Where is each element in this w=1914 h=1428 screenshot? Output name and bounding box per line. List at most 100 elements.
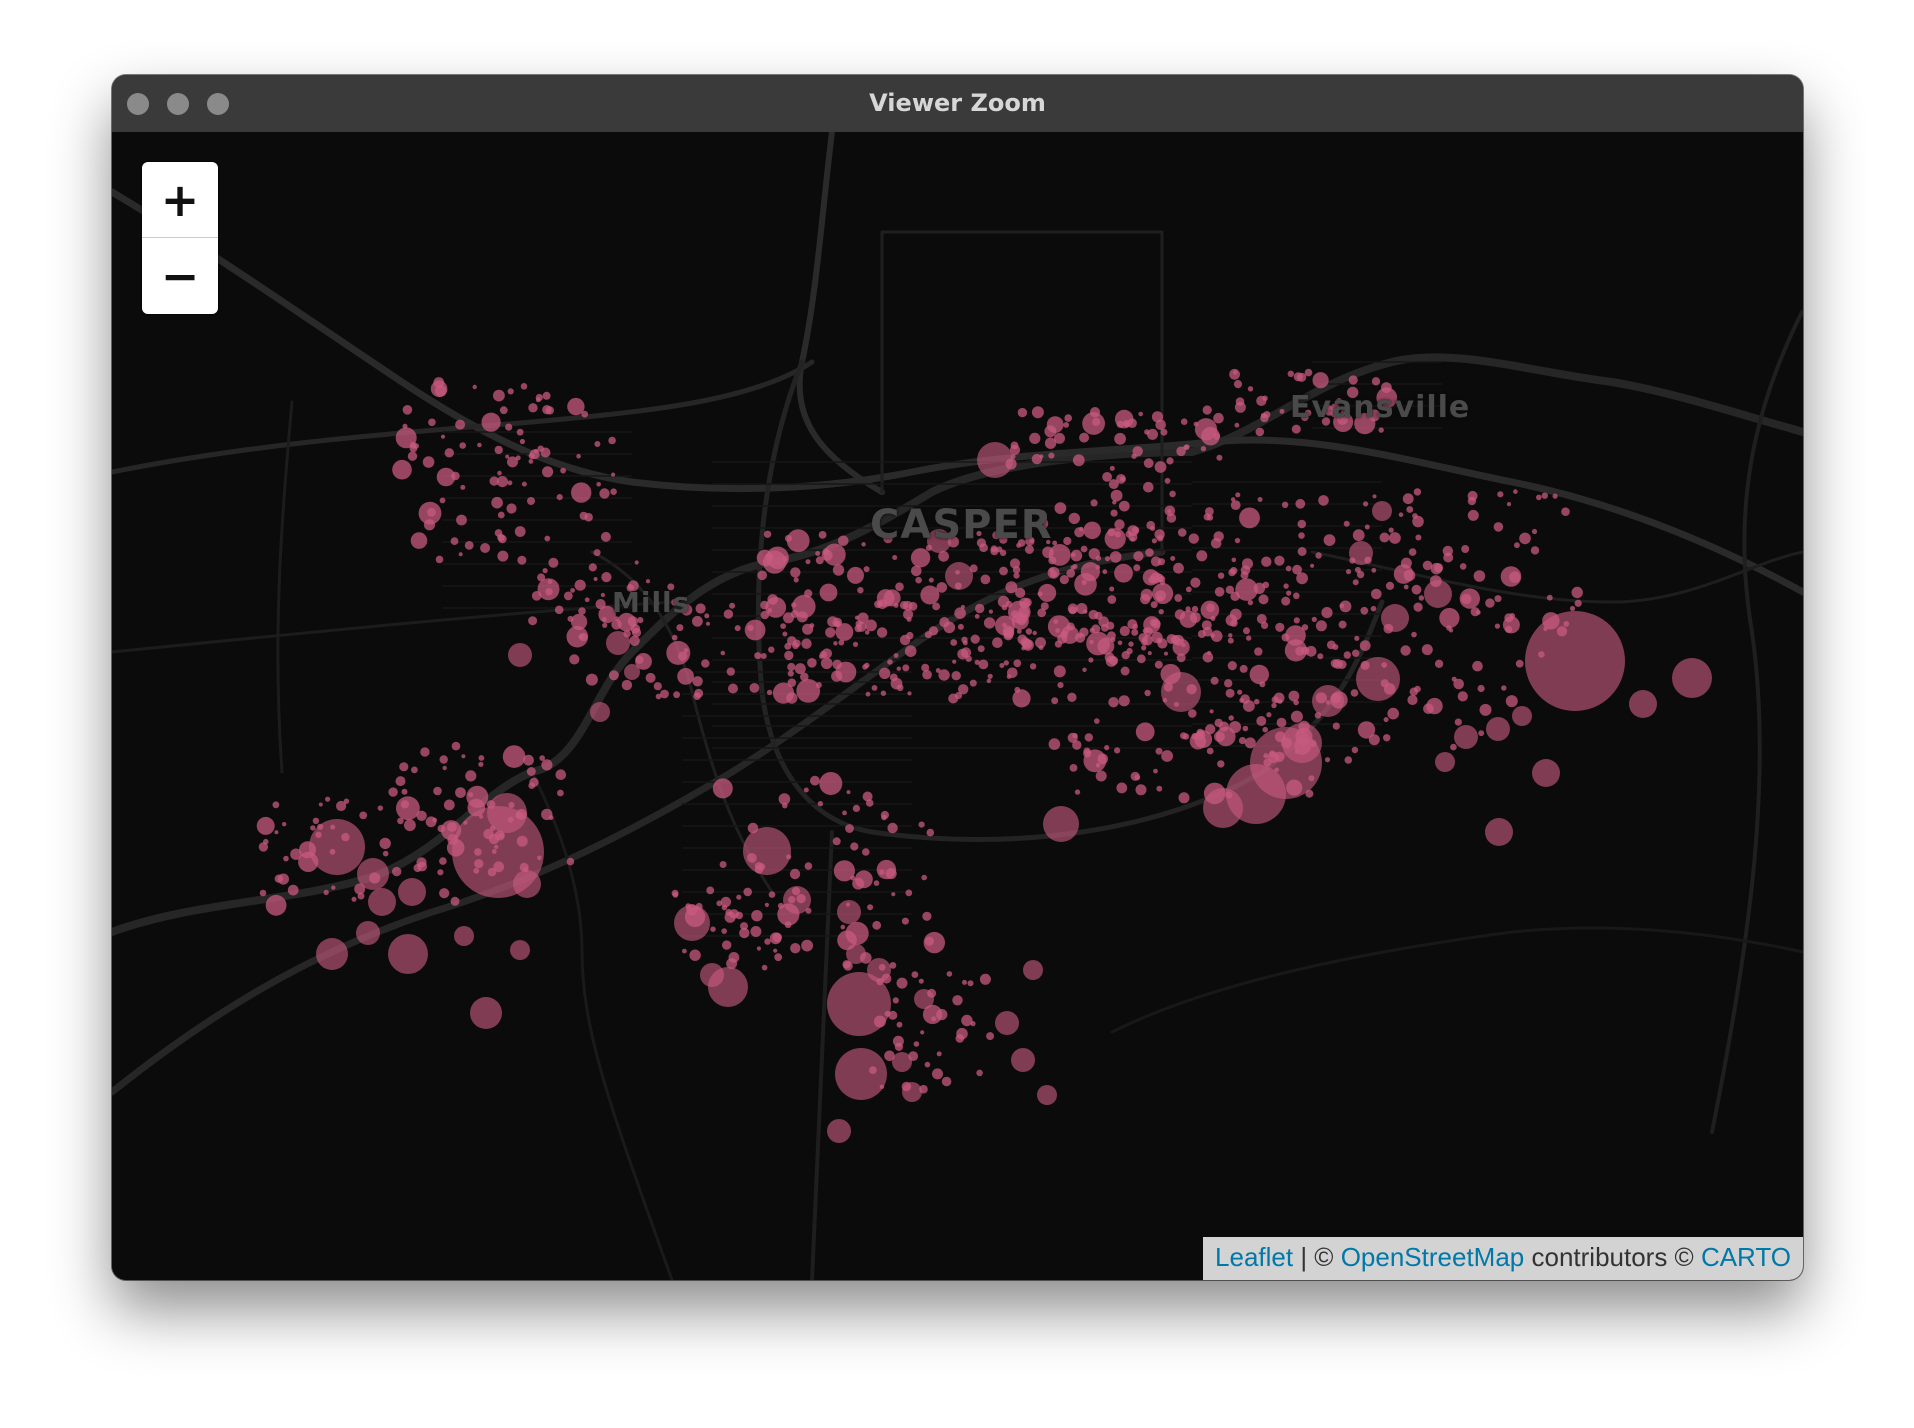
data-point-marker[interactable] bbox=[1257, 497, 1263, 502]
data-point-marker[interactable] bbox=[671, 889, 679, 897]
data-point-marker[interactable] bbox=[1292, 564, 1302, 575]
data-point-marker[interactable] bbox=[608, 436, 616, 445]
data-point-marker[interactable] bbox=[1434, 659, 1444, 668]
data-point-marker[interactable] bbox=[1202, 405, 1212, 415]
data-point-marker[interactable] bbox=[700, 963, 724, 987]
data-point-marker[interactable] bbox=[1240, 571, 1249, 580]
data-point-marker[interactable] bbox=[1493, 522, 1504, 532]
data-point-marker[interactable] bbox=[945, 562, 973, 590]
data-point-marker[interactable] bbox=[772, 932, 782, 943]
data-point-marker[interactable] bbox=[1242, 558, 1253, 570]
data-point-marker[interactable] bbox=[1120, 476, 1126, 482]
data-point-marker[interactable] bbox=[1364, 524, 1370, 530]
data-point-marker[interactable] bbox=[578, 607, 586, 615]
data-point-marker[interactable] bbox=[1203, 788, 1243, 828]
data-point-marker[interactable] bbox=[634, 560, 639, 565]
data-point-marker[interactable] bbox=[766, 689, 773, 696]
data-point-marker[interactable] bbox=[1031, 406, 1044, 419]
data-point-marker[interactable] bbox=[920, 585, 940, 605]
data-point-marker[interactable] bbox=[892, 1052, 912, 1072]
data-point-marker[interactable] bbox=[1185, 586, 1192, 593]
data-point-marker[interactable] bbox=[852, 877, 865, 890]
data-point-marker[interactable] bbox=[783, 886, 811, 914]
data-point-marker[interactable] bbox=[542, 466, 554, 478]
data-point-marker[interactable] bbox=[600, 592, 605, 598]
data-point-marker[interactable] bbox=[1180, 418, 1188, 426]
data-point-marker[interactable] bbox=[1224, 679, 1233, 688]
data-point-marker[interactable] bbox=[1260, 413, 1269, 423]
data-point-marker[interactable] bbox=[1505, 625, 1513, 633]
data-point-marker[interactable] bbox=[1107, 595, 1117, 604]
data-point-marker[interactable] bbox=[259, 889, 267, 897]
data-point-marker[interactable] bbox=[1022, 597, 1032, 607]
data-point-marker[interactable] bbox=[1229, 721, 1242, 733]
data-point-marker[interactable] bbox=[1105, 556, 1110, 562]
data-point-marker[interactable] bbox=[1151, 538, 1157, 544]
data-point-marker[interactable] bbox=[765, 597, 787, 618]
data-point-marker[interactable] bbox=[1158, 609, 1164, 615]
data-point-marker[interactable] bbox=[764, 938, 771, 945]
data-point-marker[interactable] bbox=[928, 577, 934, 583]
data-point-marker[interactable] bbox=[1266, 712, 1272, 718]
data-point-marker[interactable] bbox=[1213, 412, 1224, 424]
data-point-marker[interactable] bbox=[1016, 629, 1022, 634]
data-point-marker[interactable] bbox=[401, 788, 408, 795]
data-point-marker[interactable] bbox=[802, 623, 814, 635]
data-point-marker[interactable] bbox=[863, 566, 870, 573]
data-point-marker[interactable] bbox=[1090, 499, 1098, 507]
data-point-marker[interactable] bbox=[961, 1014, 973, 1027]
data-point-marker[interactable] bbox=[793, 577, 799, 583]
data-point-marker[interactable] bbox=[801, 939, 813, 952]
data-point-marker[interactable] bbox=[1372, 494, 1377, 499]
data-point-marker[interactable] bbox=[581, 410, 589, 418]
data-point-marker[interactable] bbox=[978, 659, 989, 670]
data-point-marker[interactable] bbox=[743, 827, 791, 875]
data-point-marker[interactable] bbox=[852, 641, 859, 647]
data-point-marker[interactable] bbox=[1161, 750, 1173, 762]
data-point-marker[interactable] bbox=[323, 889, 329, 896]
data-point-marker[interactable] bbox=[1247, 386, 1254, 392]
data-point-marker[interactable] bbox=[877, 599, 888, 610]
data-point-marker[interactable] bbox=[1411, 631, 1417, 638]
data-point-marker[interactable] bbox=[1200, 600, 1220, 620]
data-point-marker[interactable] bbox=[1281, 633, 1290, 642]
data-point-marker[interactable] bbox=[692, 615, 703, 627]
data-point-marker[interactable] bbox=[952, 659, 957, 664]
data-point-marker[interactable] bbox=[712, 778, 733, 799]
data-point-marker[interactable] bbox=[451, 741, 461, 751]
zoom-in-button[interactable]: + bbox=[142, 162, 218, 238]
data-point-marker[interactable] bbox=[999, 663, 1005, 668]
data-point-marker[interactable] bbox=[1235, 492, 1241, 498]
data-point-marker[interactable] bbox=[1053, 619, 1059, 624]
data-point-marker[interactable] bbox=[1219, 721, 1229, 732]
data-point-marker[interactable] bbox=[895, 582, 904, 591]
data-point-marker[interactable] bbox=[541, 759, 553, 771]
data-point-marker[interactable] bbox=[1079, 526, 1084, 532]
data-point-marker[interactable] bbox=[995, 615, 1015, 636]
data-point-marker[interactable] bbox=[544, 535, 551, 542]
data-point-marker[interactable] bbox=[1494, 595, 1502, 603]
data-point-marker[interactable] bbox=[578, 634, 584, 640]
data-point-marker[interactable] bbox=[1169, 490, 1176, 498]
data-point-marker[interactable] bbox=[1225, 688, 1235, 698]
data-point-marker[interactable] bbox=[1343, 520, 1350, 527]
data-point-marker[interactable] bbox=[1243, 700, 1255, 712]
data-point-marker[interactable] bbox=[932, 1068, 943, 1080]
data-point-marker[interactable] bbox=[1020, 637, 1031, 648]
data-point-marker[interactable] bbox=[1145, 548, 1154, 557]
data-point-marker[interactable] bbox=[392, 866, 402, 877]
data-point-marker[interactable] bbox=[428, 418, 436, 427]
data-point-marker[interactable] bbox=[967, 980, 974, 987]
data-point-marker[interactable] bbox=[450, 537, 459, 545]
data-point-marker[interactable] bbox=[1051, 697, 1059, 705]
data-point-marker[interactable] bbox=[871, 685, 878, 691]
data-point-marker[interactable] bbox=[1120, 666, 1130, 676]
data-point-marker[interactable] bbox=[1210, 676, 1219, 685]
data-point-marker[interactable] bbox=[1363, 501, 1369, 507]
data-point-marker[interactable] bbox=[1275, 622, 1285, 632]
data-point-marker[interactable] bbox=[599, 488, 610, 499]
data-point-marker[interactable] bbox=[1242, 725, 1249, 732]
data-point-marker[interactable] bbox=[865, 691, 871, 697]
data-point-marker[interactable] bbox=[528, 459, 534, 464]
data-point-marker[interactable] bbox=[1082, 667, 1087, 672]
